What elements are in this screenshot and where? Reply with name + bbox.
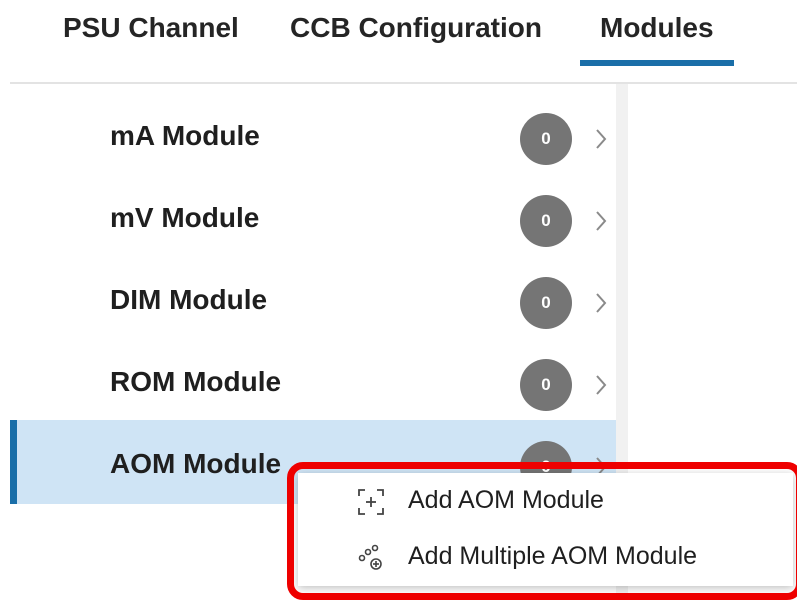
tab-modules[interactable]: Modules xyxy=(600,12,714,43)
module-row-dim[interactable]: DIM Module 0 xyxy=(10,256,616,340)
module-label: mA Module xyxy=(110,120,260,151)
module-label: ROM Module xyxy=(110,366,282,397)
chevron-right-icon xyxy=(596,293,607,313)
tab-psu-channel[interactable]: PSU Channel xyxy=(63,12,239,43)
module-row-rom[interactable]: ROM Module 0 xyxy=(10,338,616,422)
module-row-mv[interactable]: mV Module 0 xyxy=(10,174,616,258)
tab-bar: PSU Channel CCB Configuration Modules xyxy=(0,0,797,82)
tab-ccb-configuration[interactable]: CCB Configuration xyxy=(290,12,542,43)
tabs-divider xyxy=(10,82,797,84)
chevron-right-icon xyxy=(596,129,607,149)
add-multiple-icon xyxy=(358,544,382,570)
menu-item-label: Add Multiple AOM Module xyxy=(408,542,698,570)
module-row-ma[interactable]: mA Module 0 xyxy=(10,92,616,176)
count-badge: 0 xyxy=(520,359,572,411)
selection-indicator xyxy=(10,420,17,504)
chevron-right-icon xyxy=(596,375,607,395)
module-label: DIM Module xyxy=(110,284,268,315)
add-frame-icon xyxy=(358,489,384,515)
active-tab-indicator xyxy=(580,60,734,66)
count-badge: 0 xyxy=(520,195,572,247)
chevron-right-icon xyxy=(596,211,607,231)
context-menu: Add AOM Module Add Multiple AOM Module xyxy=(298,473,793,586)
count-badge: 0 xyxy=(520,113,572,165)
module-label: AOM Module xyxy=(110,448,282,479)
menu-item-add-aom-module[interactable]: Add AOM Module xyxy=(298,473,793,529)
menu-item-label: Add AOM Module xyxy=(408,486,604,514)
menu-item-add-multiple-aom-module[interactable]: Add Multiple AOM Module xyxy=(298,529,793,585)
module-label: mV Module xyxy=(110,202,260,233)
count-badge: 0 xyxy=(520,277,572,329)
